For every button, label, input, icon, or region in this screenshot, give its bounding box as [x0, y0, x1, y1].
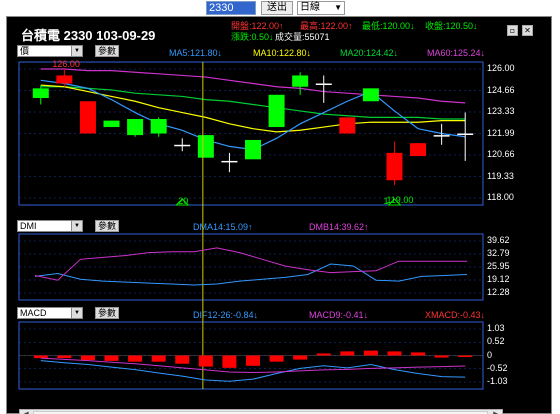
chart-panel: 台積電 2330 103-09-29 開盤:122.00↑ 最高:122.00↑…	[6, 16, 552, 414]
toolbar: 2330 送出 日線 ▼	[0, 0, 560, 16]
candle-body	[79, 101, 96, 134]
candle-body	[127, 118, 144, 136]
main-y-tick: 119.33	[487, 170, 514, 181]
date-marker-left: 20	[178, 196, 188, 206]
macd-bar	[269, 355, 284, 362]
candle-body	[174, 144, 191, 147]
candle-body	[433, 135, 450, 137]
scroll-left-icon[interactable]: ◀	[21, 410, 31, 414]
macd-y-tick: 1.03	[487, 323, 505, 333]
candle-body	[457, 133, 474, 135]
dmi-y-tick: 25.95	[487, 261, 510, 271]
scroll-right-icon[interactable]: ▶	[491, 410, 501, 414]
main-y-tick: 121.99	[487, 127, 515, 138]
dmi-y-tick: 19.12	[487, 274, 510, 284]
candle-body	[32, 88, 49, 99]
macd-bar	[57, 355, 72, 359]
macd-bar	[316, 353, 331, 356]
macd-bar	[458, 355, 473, 358]
period-select[interactable]: 日線 ▼	[297, 1, 345, 15]
candle-body	[56, 75, 73, 84]
macd-bar	[222, 355, 237, 368]
date-marker-right: 1	[383, 196, 388, 206]
macd-bar	[411, 352, 426, 356]
period-select-value: 日線	[300, 2, 320, 13]
dmi-y-tick: 32.79	[487, 248, 510, 258]
stock-code-input[interactable]: 2330	[206, 1, 256, 15]
ma20-line	[40, 86, 466, 120]
macd-bar	[175, 355, 190, 364]
main-y-tick: 124.66	[487, 84, 515, 95]
submit-button[interactable]: 送出	[261, 1, 293, 15]
candle-body	[197, 135, 214, 158]
macd-bar	[80, 355, 95, 361]
candle-body	[362, 88, 379, 102]
dmi-y-tick: 39.62	[487, 235, 510, 245]
macd-bar	[434, 355, 449, 358]
macd-bar	[198, 355, 213, 367]
macd-bar	[33, 355, 48, 359]
main-y-tick: 126.00	[487, 63, 515, 73]
chart-canvas: 126.00119.0020 1	[18, 59, 484, 390]
candle-body	[386, 152, 403, 181]
macd-bar	[293, 355, 308, 360]
macd-bar	[104, 355, 119, 361]
macd-bar	[363, 350, 378, 356]
macd-bar	[340, 351, 355, 356]
candle-body	[339, 117, 356, 134]
candle-body	[245, 139, 261, 160]
main-y-tick: 123.33	[487, 106, 515, 116]
candle-body	[150, 118, 167, 134]
macd-y-tick: -1.03	[487, 376, 508, 386]
macd-y-tick: 0	[487, 349, 493, 360]
macd-y-tick: 0.52	[487, 336, 505, 347]
candle-body	[292, 75, 309, 87]
horizontal-scrollbar[interactable]: ◀ ▶	[19, 409, 503, 414]
candle-body	[268, 94, 285, 128]
high-marker: 126.00	[52, 59, 80, 69]
macd-bar	[128, 355, 143, 362]
candle-body	[103, 120, 120, 128]
dmb14-line	[34, 247, 467, 281]
candle-body	[315, 83, 332, 86]
candle-body	[410, 143, 427, 157]
macd-y-tick: -0.52	[487, 362, 508, 373]
ma60-line	[40, 68, 466, 104]
chevron-down-icon: ▼	[334, 3, 342, 12]
main-y-tick: 118.00	[487, 192, 514, 202]
dmi-y-tick: 12.28	[487, 287, 510, 297]
macd-bar	[387, 351, 402, 356]
macd-bar	[151, 355, 166, 362]
main-y-tick: 120.66	[487, 149, 515, 159]
macd-bar	[246, 355, 260, 366]
candle-body	[221, 160, 238, 163]
